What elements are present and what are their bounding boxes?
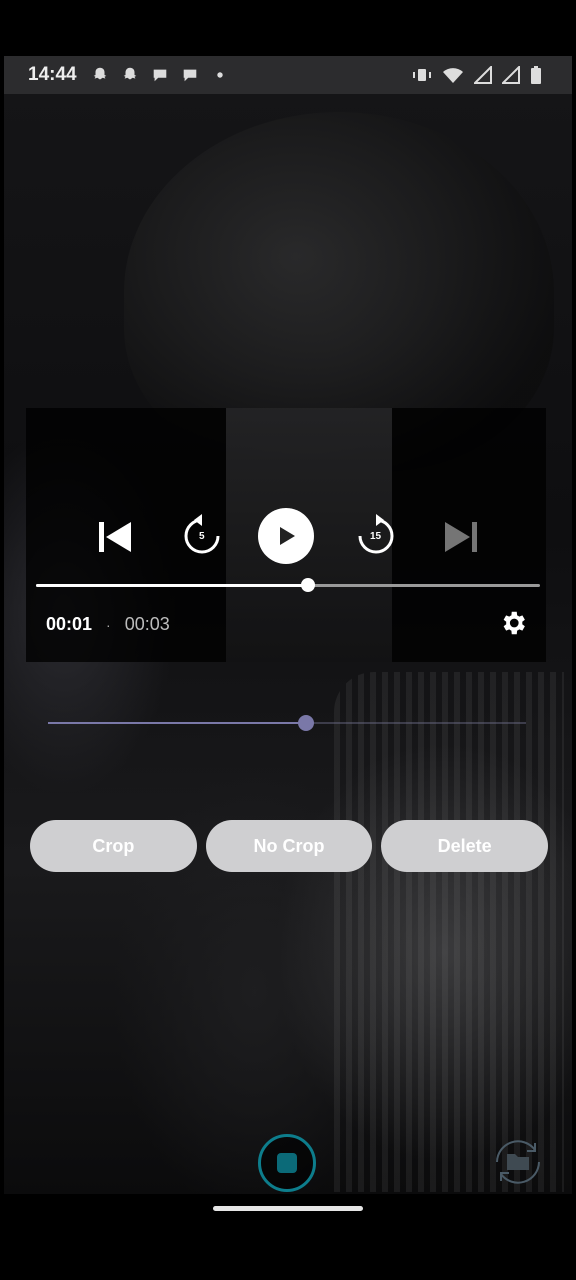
chat-icon (183, 69, 196, 82)
delete-button[interactable]: Delete (381, 820, 549, 872)
gallery-button[interactable] (488, 1134, 548, 1190)
forward-button[interactable]: 15 (352, 512, 400, 560)
snapchat-icon (93, 67, 106, 80)
dot-icon (216, 72, 223, 78)
status-time: 14:44 (28, 64, 77, 85)
next-button[interactable] (438, 514, 484, 560)
action-buttons: Crop No Crop Delete (30, 820, 549, 872)
trim-slider-thumb[interactable] (298, 715, 315, 731)
notification-icons (91, 66, 229, 84)
snapchat-icon (123, 67, 136, 80)
play-button[interactable] (258, 508, 314, 564)
duration: 00:03 (124, 614, 170, 634)
trim-slider[interactable] (48, 715, 526, 731)
wifi-icon (443, 68, 463, 83)
status-bar: 14:44 (4, 56, 572, 94)
signal-icon (502, 66, 520, 84)
skip-previous-icon (99, 522, 131, 552)
signal-icon (474, 66, 492, 84)
vibrate-icon (413, 69, 431, 81)
system-icons (412, 65, 542, 85)
skip-next-icon (445, 522, 477, 552)
play-icon (280, 527, 295, 545)
settings-button[interactable] (496, 606, 530, 640)
home-indicator[interactable] (213, 1206, 363, 1211)
time-display: 00:01 · 00:03 (46, 614, 170, 635)
forward-seconds: 15 (370, 531, 382, 542)
folder-switch-icon (496, 1140, 540, 1184)
rewind-seconds: 5 (199, 531, 205, 542)
battery-icon (531, 66, 541, 84)
previous-button[interactable] (92, 514, 138, 560)
crop-button[interactable]: Crop (30, 820, 197, 872)
stop-record-icon (277, 1153, 297, 1173)
no-crop-button[interactable]: No Crop (205, 820, 373, 872)
record-button[interactable] (258, 1134, 316, 1192)
chat-icon (153, 69, 166, 82)
seek-bar[interactable] (36, 578, 540, 592)
seek-progress (36, 584, 309, 587)
current-time: 00:01 (46, 614, 93, 634)
video-player[interactable]: 5 15 00:01 · 00:03 (26, 408, 546, 662)
preview-jersey (334, 672, 564, 1192)
trim-slider-fill (48, 722, 307, 724)
rewind-button[interactable]: 5 (178, 512, 226, 560)
gear-icon (503, 611, 525, 635)
time-separator: · (106, 616, 111, 633)
